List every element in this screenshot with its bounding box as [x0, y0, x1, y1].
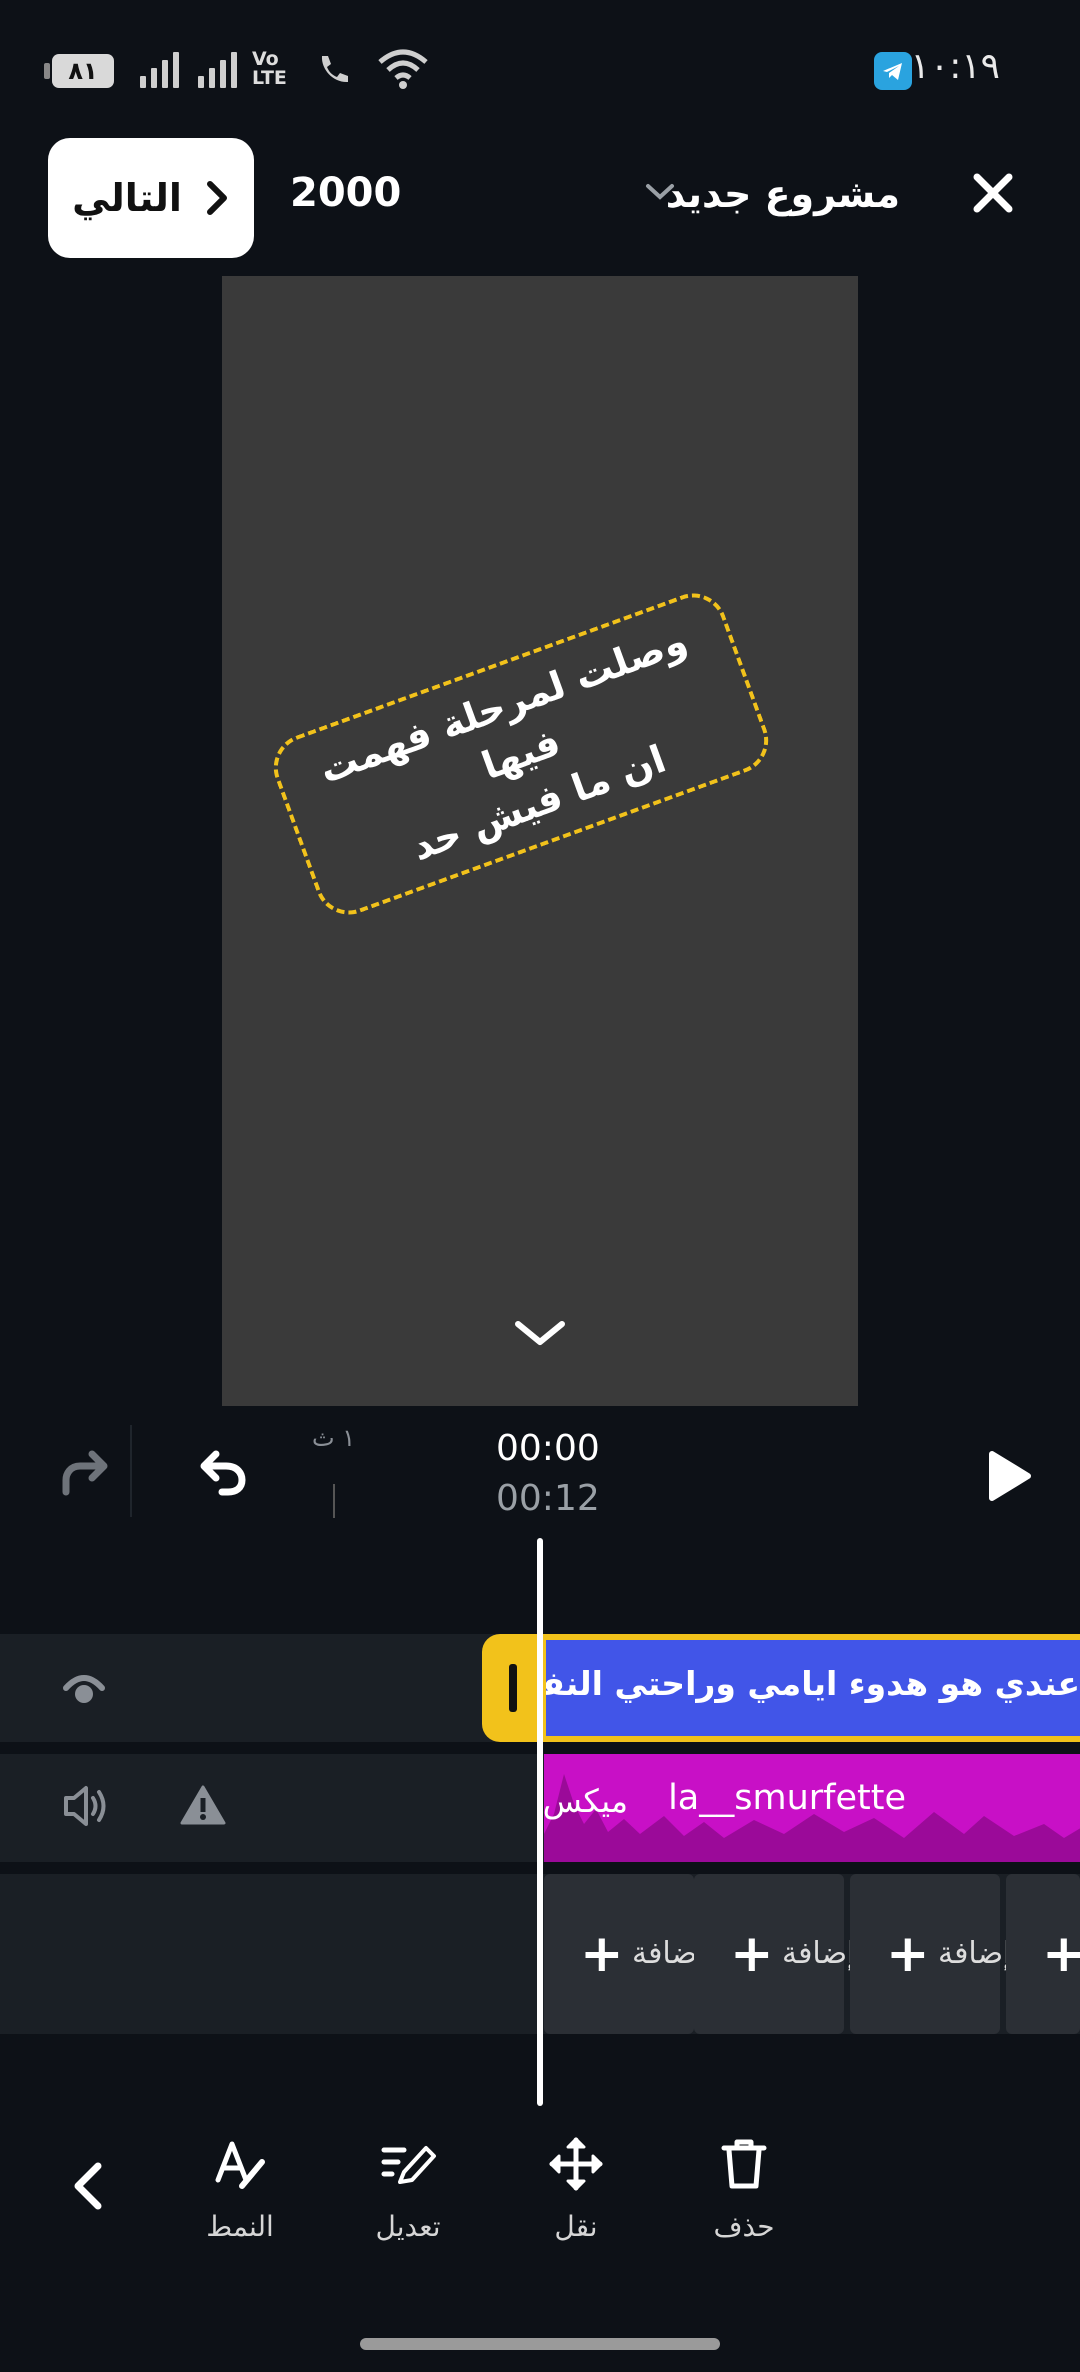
trash-icon [721, 2139, 767, 2189]
add-clip-cell[interactable]: + [1006, 1874, 1080, 2034]
frame-tick [333, 1484, 335, 1518]
text-clip[interactable]: عندي هو هدوء ايامي وراحتي النفسية [540, 1634, 1080, 1742]
add-clip-label: إضافة [782, 1936, 856, 1971]
add-clip-label: إضافة [938, 1936, 1012, 1971]
total-time: 00:12 [496, 1478, 600, 1519]
add-clip-cell[interactable]: + إضافة [544, 1874, 705, 2034]
undo-icon[interactable] [194, 1444, 250, 1500]
redo-icon[interactable] [58, 1444, 114, 1500]
plus-icon: + [886, 1924, 930, 1984]
trim-handle[interactable] [482, 1634, 544, 1742]
edit-tool[interactable]: تعديل [328, 2136, 488, 2243]
move-tool[interactable]: نقل [496, 2136, 656, 2243]
home-indicator[interactable] [360, 2338, 720, 2350]
style-icon [215, 2141, 265, 2189]
status-time: ١٠:١٩ [910, 46, 1000, 87]
current-time: 00:00 [496, 1428, 600, 1469]
audio-name: la__smurfette [668, 1778, 906, 1818]
back-icon[interactable] [70, 2160, 106, 2212]
next-button-label: التالي [72, 176, 182, 220]
playhead[interactable] [537, 1538, 543, 2106]
plus-icon: + [730, 1924, 774, 1984]
chevron-right-icon [206, 181, 227, 215]
move-icon [549, 2137, 603, 2191]
close-icon[interactable] [972, 172, 1014, 214]
frame-scale-label: ١ ث [312, 1424, 356, 1452]
edit-icon [381, 2146, 436, 2184]
visibility-icon[interactable] [62, 1668, 106, 1708]
collapse-chevron-icon[interactable] [514, 1318, 566, 1348]
signal-icon-2 [198, 52, 237, 88]
delete-label: حذف [713, 2210, 775, 2243]
battery-icon: ٨١ [44, 54, 114, 88]
resolution-label[interactable]: 2000 [290, 170, 401, 216]
audio-label: ميكس [542, 1782, 628, 1820]
play-icon[interactable] [984, 1448, 1034, 1504]
text-clip-label: عندي هو هدوء ايامي وراحتي النفسية [542, 1664, 1080, 1703]
transport-divider [130, 1425, 132, 1517]
plus-icon: + [1042, 1924, 1080, 1984]
edit-label: تعديل [375, 2210, 441, 2243]
volume-icon[interactable] [62, 1784, 110, 1828]
wifi-icon [378, 49, 428, 89]
plus-icon: + [580, 1924, 624, 1984]
style-tool[interactable]: النمط [160, 2136, 320, 2243]
style-label: النمط [206, 2210, 274, 2243]
wifi-call-icon [321, 56, 348, 83]
move-label: نقل [554, 2210, 598, 2243]
project-title[interactable]: مشروع جديد [666, 172, 900, 216]
volte-indicator: Vo LTE [252, 48, 287, 89]
telegram-icon [874, 52, 912, 90]
battery-level: ٨١ [68, 57, 98, 85]
signal-icon [140, 52, 179, 88]
delete-tool[interactable]: حذف [664, 2136, 824, 2243]
add-clip-cell[interactable]: + إضافة [694, 1874, 855, 2034]
next-button[interactable]: التالي [48, 138, 254, 258]
add-clip-cell[interactable]: + إضافة [850, 1874, 1011, 2034]
warning-icon[interactable] [180, 1784, 226, 1826]
